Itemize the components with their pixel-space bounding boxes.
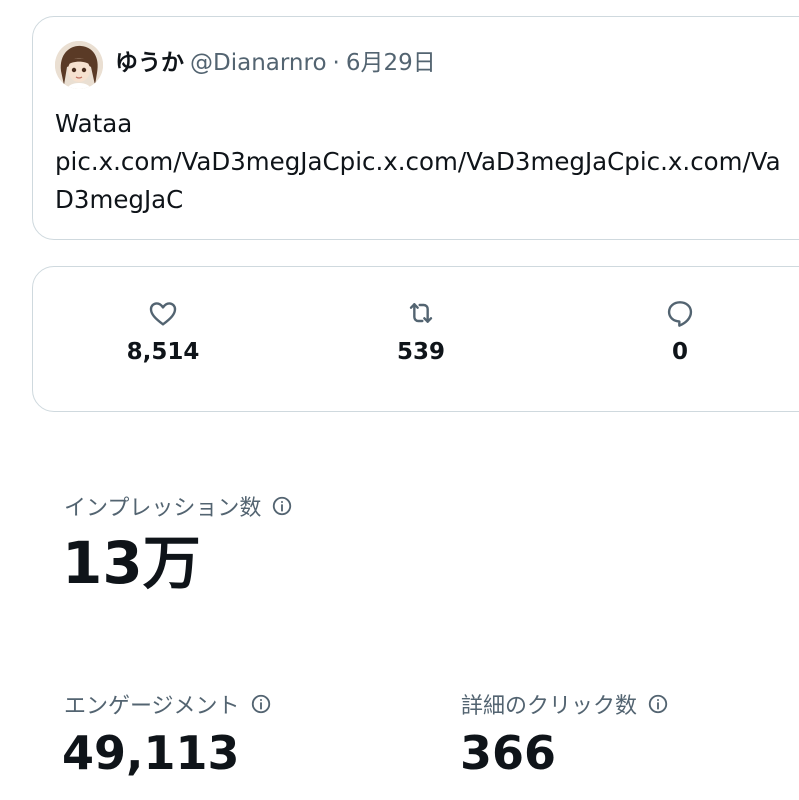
engagements-label: エンゲージメント <box>64 694 240 719</box>
info-icon[interactable] <box>647 693 669 715</box>
tweet-header: ゆうか @Dianarnro · 6月29日 <box>115 47 436 79</box>
quoted-tweet-card[interactable]: ゆうか @Dianarnro · 6月29日 Wataa pic.x.com/VaD3… <box>32 16 799 240</box>
impressions-value: 13万 <box>62 529 201 597</box>
reposts-count: 539 <box>396 339 445 365</box>
engagements-label-row: エンゲージメント <box>64 688 272 720</box>
impressions-label-row: インプレッション数 <box>64 490 293 522</box>
avatar[interactable] <box>55 41 103 89</box>
reply-bubble-icon <box>667 301 693 327</box>
likes-metric[interactable]: 8,514 <box>103 297 223 365</box>
author-handle[interactable]: @Dianarnro <box>190 50 327 76</box>
separator-dot: · <box>332 50 340 76</box>
replies-metric[interactable]: 0 <box>620 297 740 365</box>
engagements-value: 49,113 <box>62 726 240 780</box>
reposts-metric[interactable]: 539 <box>361 297 481 365</box>
heart-icon <box>149 302 177 326</box>
replies-count: 0 <box>671 339 688 365</box>
tweet-text: Wataa pic.x.com/VaD3megJaCpic.x.com/VaD3… <box>55 109 781 214</box>
info-icon[interactable] <box>271 495 293 517</box>
likes-count: 8,514 <box>126 339 200 365</box>
author-name[interactable]: ゆうか <box>115 50 184 76</box>
detail-clicks-label-row: 詳細のクリック数 <box>461 688 669 720</box>
impressions-label: インプレッション数 <box>64 496 262 521</box>
tweet-date[interactable]: 6月29日 <box>346 50 436 76</box>
detail-clicks-value: 366 <box>460 726 557 780</box>
engagement-metrics-card: 8,514 539 0 <box>32 266 799 412</box>
detail-clicks-label: 詳細のクリック数 <box>461 694 638 719</box>
repost-icon <box>409 303 433 323</box>
info-icon[interactable] <box>250 693 272 715</box>
